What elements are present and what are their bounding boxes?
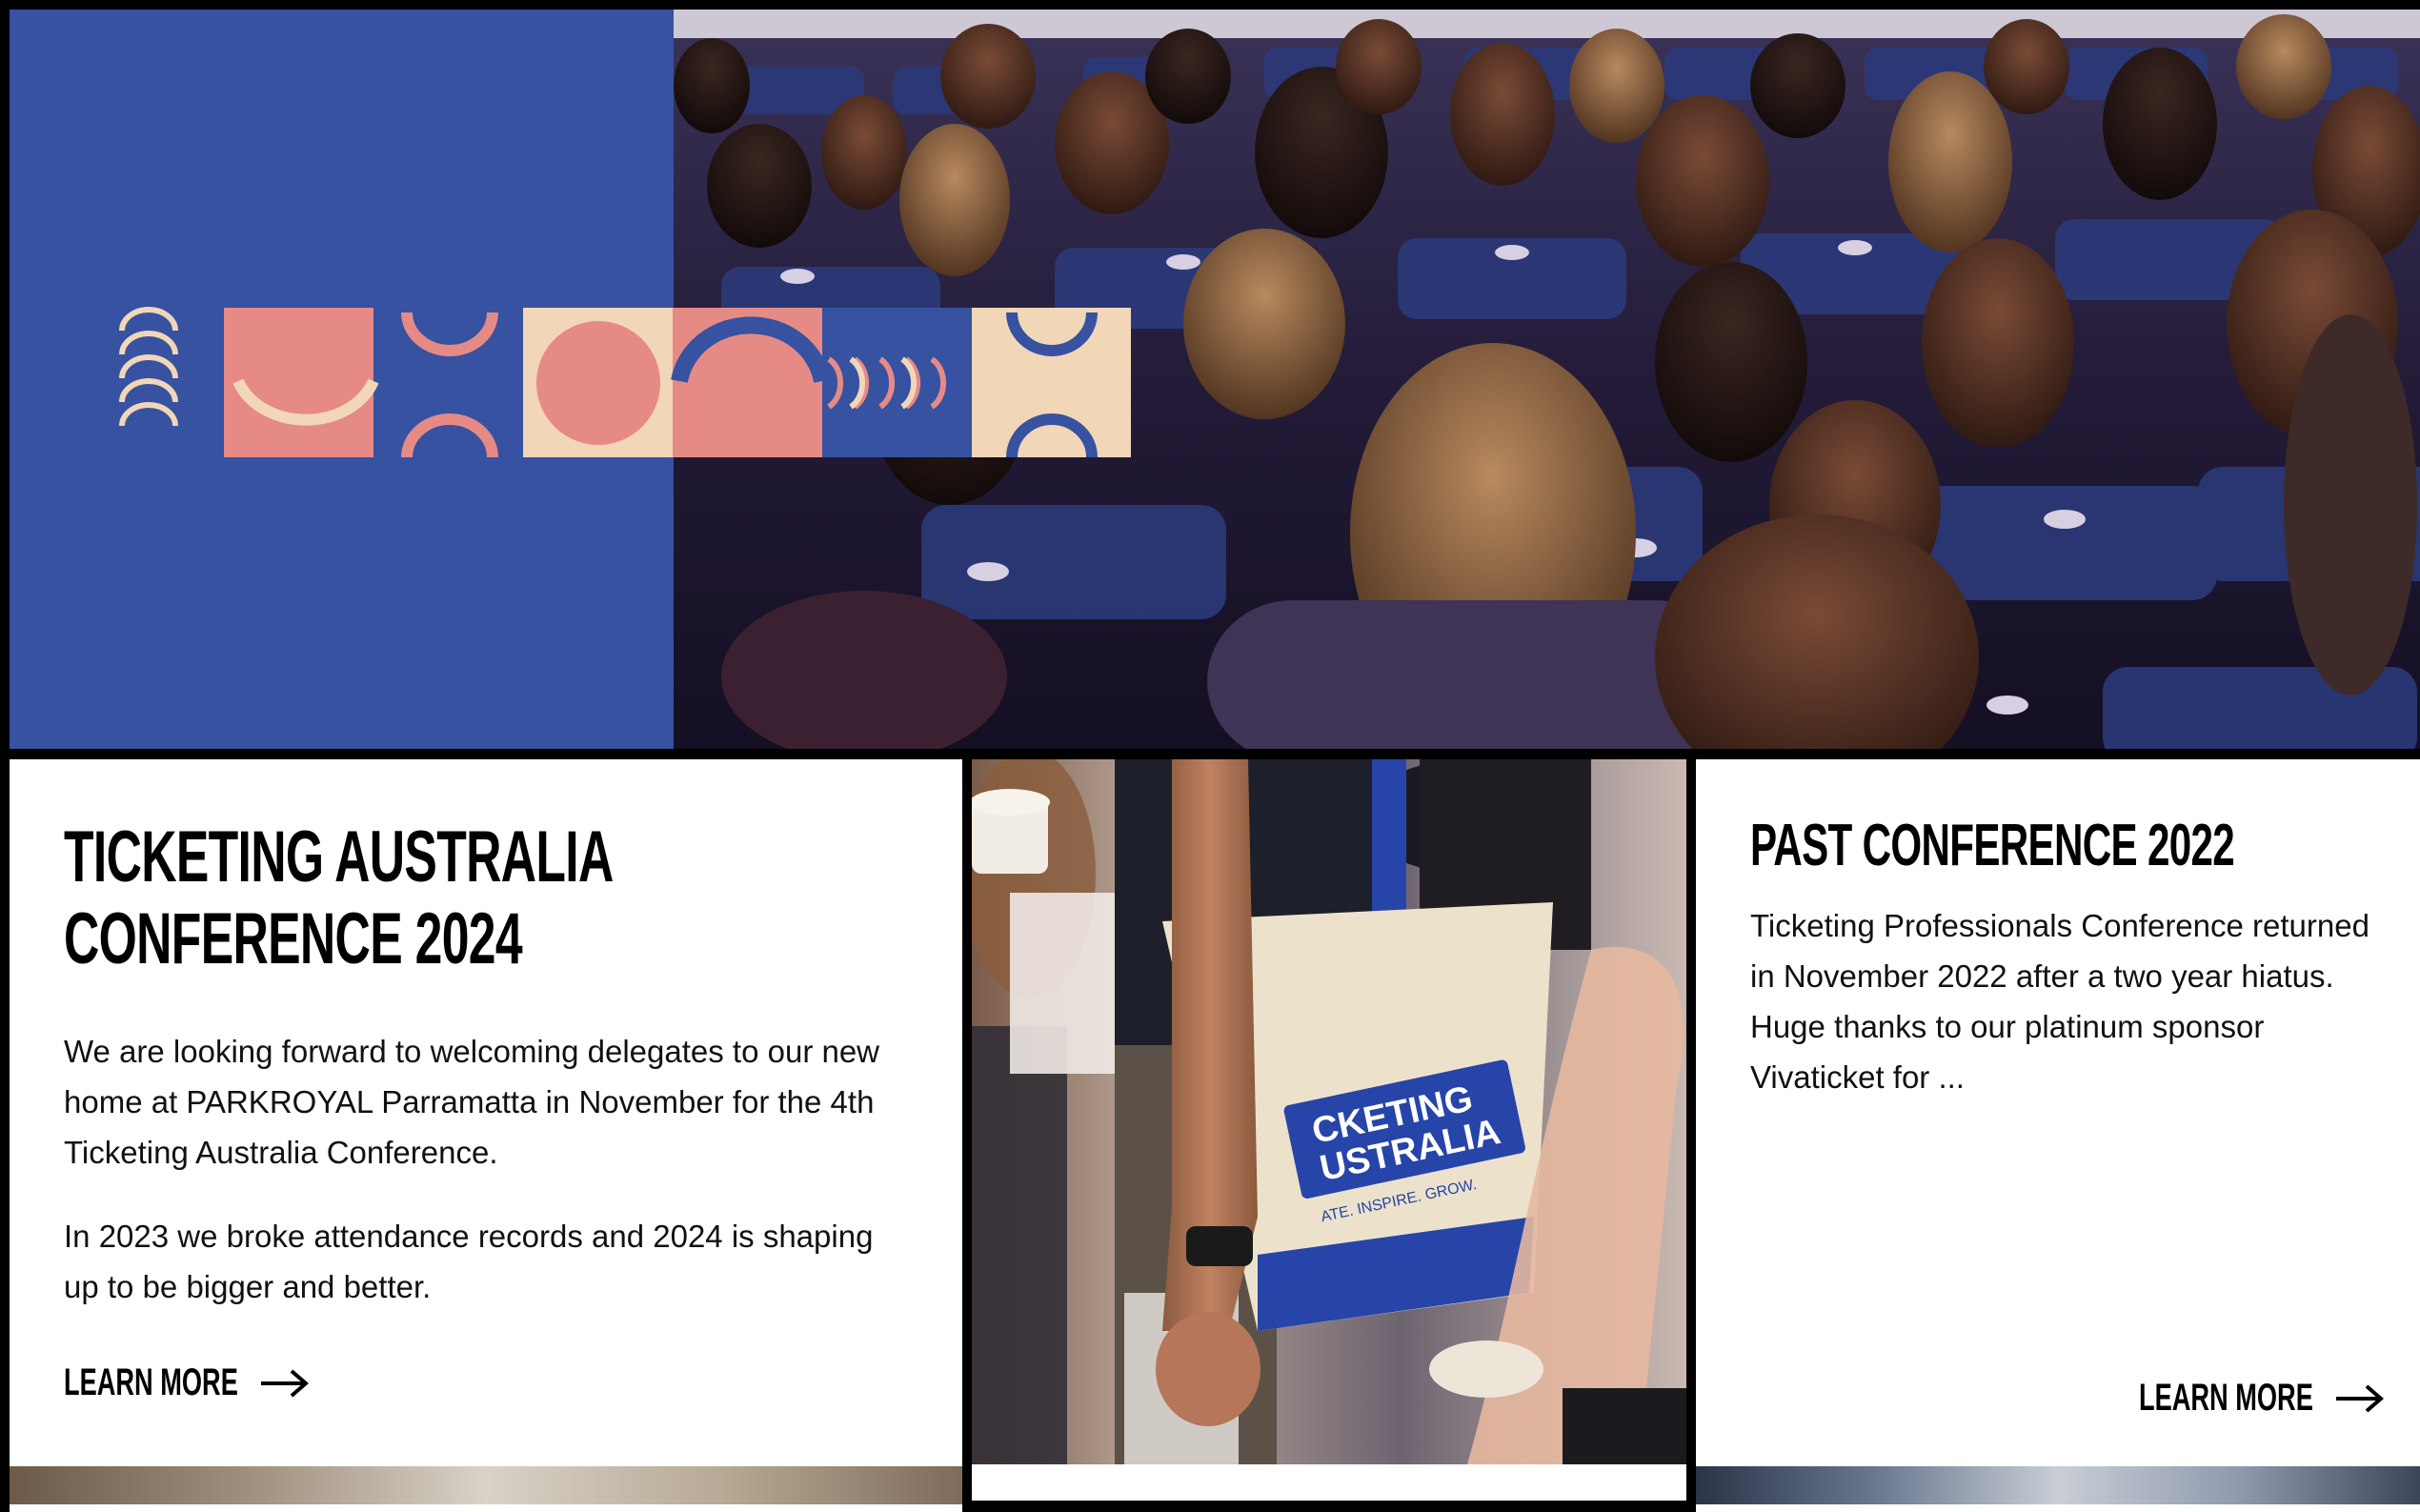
learn-more-link[interactable]: LEARN MORE [64,1361,309,1404]
next-card-image-strip [1696,1466,2420,1504]
learn-more-label: LEARN MORE [2139,1377,2313,1419]
next-card-image-strip [10,1466,962,1504]
tote-bag-photo: CKETING USTRALIA ATE. INSPIRE. GROW. [972,759,1686,1464]
past-conference-2022-card: PAST CONFERENCE 2022 Ticketing Professio… [1696,759,2420,1512]
card-paragraph: We are looking forward to welcoming dele… [64,1034,880,1170]
card-title: PAST CONFERENCE 2022 [1750,813,2235,878]
tote-bag-photo-card: CKETING USTRALIA ATE. INSPIRE. GROW. [972,759,1686,1501]
learn-more-label: LEARN MORE [64,1361,238,1403]
tote-bag-illustration: CKETING USTRALIA ATE. INSPIRE. GROW. [972,759,1686,1464]
geometric-pattern [119,307,1131,458]
card-title: TICKETING AUSTRALIA CONFERENCE 2024 [64,816,612,979]
card-paragraph: Ticketing Professionals Conference retur… [1750,908,2370,1095]
card-paragraph: In 2023 we broke attendance records and … [64,1219,874,1304]
arrow-right-icon [260,1368,309,1398]
learn-more-link[interactable]: LEARN MORE [2139,1377,2384,1420]
conference-2024-card: TICKETING AUSTRALIA CONFERENCE 2024 We a… [10,759,962,1512]
arrow-right-icon [2335,1383,2384,1413]
hero-banner [10,10,2420,749]
